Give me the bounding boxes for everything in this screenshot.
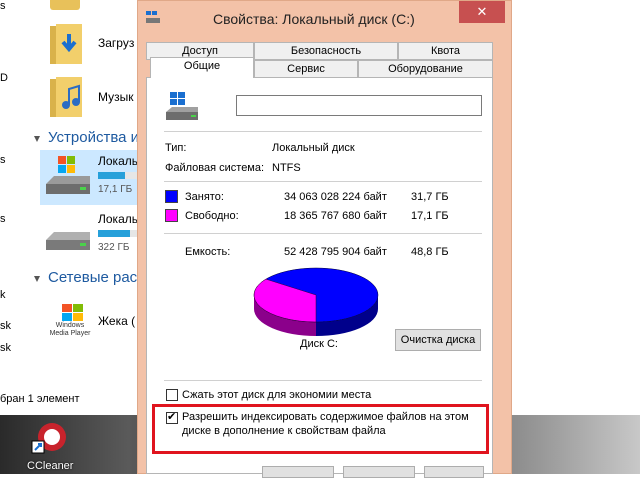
used-label: Занято: — [185, 191, 224, 203]
divider — [164, 181, 482, 182]
windows-media-player-icon — [62, 304, 83, 321]
chevron-down-icon[interactable] — [32, 134, 42, 144]
tab-security[interactable]: Безопасность — [254, 42, 398, 60]
filesystem-value: NTFS — [272, 162, 301, 174]
left-edge-fragment: s — [0, 213, 6, 225]
dialog-title: Свойства: Локальный диск (C:) — [213, 11, 415, 27]
cancel-button[interactable] — [343, 466, 415, 478]
free-human: 17,1 ГБ — [411, 210, 449, 222]
explorer-drive-c[interactable]: Локаль 17,1 ГБ — [40, 150, 140, 205]
section-devices-heading[interactable]: Устройства и — [48, 129, 139, 146]
drive-icon — [146, 11, 160, 23]
left-edge-fragment: k — [0, 289, 6, 301]
tab-quota[interactable]: Квота — [398, 42, 493, 60]
type-value: Локальный диск — [272, 142, 355, 154]
compress-label[interactable]: Сжать этот диск для экономии места — [182, 389, 371, 401]
section-network-heading[interactable]: Сетевые рас — [48, 269, 137, 286]
chevron-down-icon[interactable] — [32, 274, 42, 284]
status-bar-text: бран 1 элемент — [0, 393, 80, 405]
capacity-label: Емкость: — [185, 246, 231, 258]
filesystem-label: Файловая система: — [165, 162, 265, 174]
drive-icon — [46, 156, 90, 194]
explorer-item-downloads[interactable]: Загруз — [42, 22, 142, 66]
downloads-folder-icon — [50, 24, 82, 64]
tab-hardware[interactable]: Оборудование — [358, 60, 493, 78]
disk-cleanup-button[interactable]: Очистка диска — [395, 329, 481, 351]
drive-icon — [166, 92, 198, 120]
apply-button[interactable] — [424, 466, 484, 478]
explorer-item-label: Загруз — [98, 36, 135, 50]
explorer-item-music[interactable]: Музык — [42, 75, 142, 119]
drive-label: Локаль — [98, 154, 138, 168]
drive-size: 17,1 ГБ — [98, 184, 133, 195]
tab-tools[interactable]: Сервис — [254, 60, 358, 78]
music-folder-icon — [50, 77, 82, 117]
media-item-label: Жека ( — [98, 314, 136, 328]
capacity-bytes: 52 428 795 904 байт — [284, 246, 387, 258]
free-label: Свободно: — [185, 210, 239, 222]
explorer-item-label: Музык — [98, 90, 134, 104]
close-button[interactable]: ✕ — [459, 1, 505, 23]
divider — [164, 233, 482, 234]
explorer-media-item[interactable]: Windows Media Player Жека ( — [44, 300, 140, 344]
drive-label: Локаль — [98, 212, 138, 226]
red-highlight-box — [152, 404, 489, 454]
left-edge-fragment: D — [0, 72, 8, 84]
desktop-shortcut-label[interactable]: CCleaner — [27, 460, 73, 472]
left-edge-fragment: sk — [0, 320, 11, 332]
used-bytes: 34 063 028 224 байт — [284, 191, 387, 203]
free-bytes: 18 365 767 680 байт — [284, 210, 387, 222]
left-edge-fragment: s — [0, 0, 6, 12]
drive-icon — [46, 232, 90, 250]
left-edge-fragment: s — [0, 154, 6, 166]
type-label: Тип: — [165, 142, 187, 154]
left-edge-fragment: sk — [0, 342, 11, 354]
ok-button[interactable] — [262, 466, 334, 478]
free-color-swatch — [165, 209, 178, 222]
explorer-drive-2[interactable]: Локаль 322 ГБ — [40, 208, 140, 263]
disk-label: Диск C: — [300, 338, 338, 350]
divider — [164, 131, 482, 132]
tab-general[interactable]: Общие — [150, 57, 254, 78]
used-human: 31,7 ГБ — [411, 191, 449, 203]
drive-usage-bar — [98, 172, 140, 179]
compress-checkbox[interactable] — [166, 389, 178, 401]
folder-icon[interactable] — [50, 0, 80, 10]
drive-size: 322 ГБ — [98, 242, 130, 253]
disk-usage-pie-chart — [253, 267, 379, 336]
drive-name-input[interactable] — [236, 95, 482, 116]
media-icon-caption: Windows Media Player — [49, 322, 91, 337]
drive-usage-bar — [98, 230, 140, 237]
used-color-swatch — [165, 190, 178, 203]
divider — [164, 380, 482, 381]
ccleaner-icon[interactable] — [30, 415, 70, 455]
capacity-human: 48,8 ГБ — [411, 246, 449, 258]
dialog-title-bar[interactable]: Свойства: Локальный диск (C:) ✕ — [138, 1, 511, 35]
